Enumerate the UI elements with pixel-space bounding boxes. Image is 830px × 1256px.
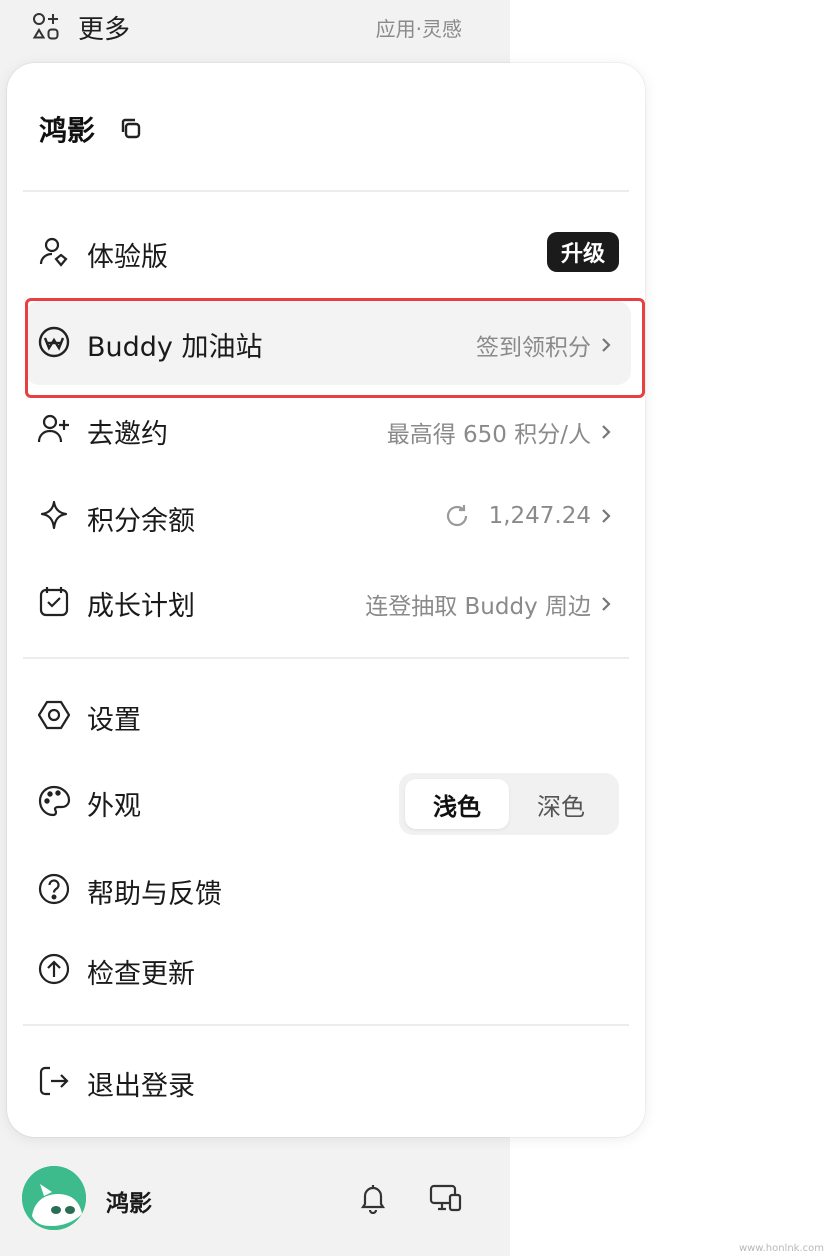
chevron-right-icon	[602, 425, 611, 439]
calendar-check-icon	[39, 587, 69, 617]
growth-plan-label: 成长计划	[87, 591, 195, 622]
apps-plus-icon	[32, 13, 59, 40]
chevron-right-icon	[602, 597, 611, 611]
check-update-label: 检查更新	[87, 959, 195, 990]
invite-trail: 最高得 650 积分/人	[387, 415, 613, 449]
theme-light-option[interactable]: 浅色	[405, 779, 509, 829]
refresh-icon[interactable]	[443, 502, 471, 530]
sparkle-icon	[40, 500, 68, 530]
bottom-user-name: 鸿影	[106, 1191, 152, 1217]
theme-dark-option[interactable]: 深色	[509, 779, 613, 829]
points-label: 积分余额	[87, 506, 195, 537]
settings-label: 设置	[87, 705, 141, 736]
upgrade-button[interactable]: 升级	[546, 232, 619, 272]
user-menu-panel: 鸿影 体验版 升级 Buddy 加油站 签到领积分 去邀约 最高得 650 积分…	[7, 63, 645, 1137]
invite-label: 去邀约	[87, 419, 168, 450]
growth-plan-hint: 连登抽取 Buddy 周边	[365, 594, 591, 620]
help-icon	[38, 873, 70, 905]
invite-row[interactable]: 去邀约 最高得 650 积分/人	[25, 388, 631, 472]
growth-plan-row[interactable]: 成长计划 连登抽取 Buddy 周边	[25, 560, 631, 644]
user-badge-icon	[39, 237, 68, 267]
palette-icon	[38, 785, 71, 817]
highlight-box	[25, 298, 645, 398]
points-value: 1,247.24	[488, 503, 591, 529]
arrow-up-circle-icon	[38, 953, 70, 985]
divider	[23, 657, 629, 659]
devices-icon[interactable]	[428, 1182, 464, 1214]
menu-user-name: 鸿影	[39, 114, 96, 147]
more-apps-row[interactable]: 更多 应用·灵感	[0, 0, 510, 52]
divider	[23, 190, 629, 192]
settings-icon	[37, 700, 71, 730]
points-trail: 1,247.24	[443, 502, 613, 530]
check-update-row[interactable]: 检查更新	[25, 928, 631, 1012]
help-feedback-label: 帮助与反馈	[87, 879, 222, 910]
plan-row[interactable]: 体验版 升级	[25, 211, 631, 295]
settings-row[interactable]: 设置	[25, 674, 631, 758]
help-feedback-row[interactable]: 帮助与反馈	[25, 848, 631, 932]
avatar[interactable]	[22, 1166, 86, 1230]
more-title: 更多	[78, 15, 131, 45]
chevron-right-icon	[602, 509, 611, 523]
logout-label: 退出登录	[87, 1071, 195, 1102]
invite-hint: 最高得 650 积分/人	[386, 422, 591, 448]
watermark: www.honlnk.com	[738, 1243, 824, 1254]
appearance-label: 外观	[87, 791, 141, 822]
more-subtitle: 应用·灵感	[375, 17, 462, 41]
logout-icon	[39, 1066, 69, 1096]
bell-icon[interactable]	[357, 1182, 389, 1214]
points-row[interactable]: 积分余额 1,247.24	[25, 475, 631, 559]
bottom-user-bar: 鸿影	[0, 1160, 510, 1240]
growth-plan-trail: 连登抽取 Buddy 周边	[365, 587, 613, 621]
copy-icon[interactable]	[118, 116, 144, 142]
logout-row[interactable]: 退出登录	[25, 1040, 631, 1124]
add-user-icon	[37, 414, 69, 443]
avatar-mascot-icon	[22, 1166, 86, 1230]
appearance-row: 外观 浅色 深色	[25, 760, 631, 844]
plan-label: 体验版	[87, 242, 168, 273]
divider	[23, 1024, 629, 1026]
theme-toggle[interactable]: 浅色 深色	[399, 773, 619, 835]
